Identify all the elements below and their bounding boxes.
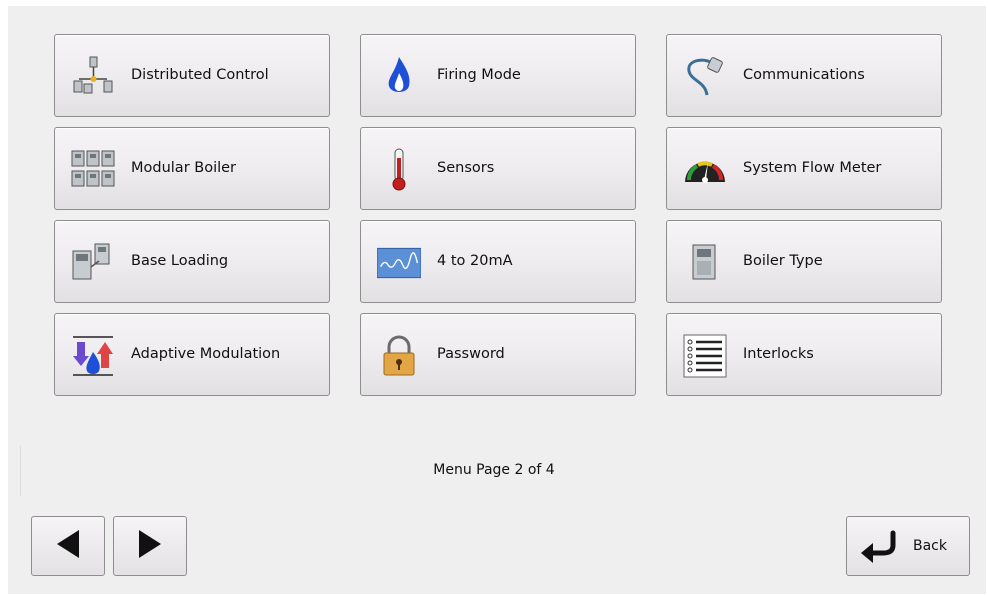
- menu-item-label: Password: [437, 346, 505, 362]
- modulation-icon: [71, 334, 115, 378]
- menu-item-label: Communications: [743, 67, 865, 83]
- signal-wave-icon: [377, 241, 421, 285]
- modular-boiler-button[interactable]: Modular Boiler: [54, 127, 330, 210]
- adaptive-modulation-button[interactable]: Adaptive Modulation: [54, 313, 330, 396]
- thermometer-icon: [377, 148, 421, 192]
- four-to-twenty-ma-button[interactable]: 4 to 20mA: [360, 220, 636, 303]
- menu-item-label: Base Loading: [131, 253, 229, 269]
- menu-item-label: Distributed Control: [131, 67, 269, 83]
- arrow-right-icon: [137, 528, 163, 564]
- menu-item-label: Interlocks: [743, 346, 814, 362]
- page-indicator: Menu Page 2 of 4: [433, 462, 555, 478]
- back-button[interactable]: Back: [846, 516, 970, 576]
- menu-item-label: 4 to 20mA: [437, 253, 513, 269]
- network-icon: [71, 55, 115, 99]
- boiler-type-button[interactable]: Boiler Type: [666, 220, 942, 303]
- menu-item-label: Firing Mode: [437, 67, 521, 83]
- back-label: Back: [913, 538, 947, 554]
- communications-button[interactable]: Communications: [666, 34, 942, 117]
- firing-mode-button[interactable]: Firing Mode: [360, 34, 636, 117]
- boiler-icon: [683, 241, 727, 285]
- next-page-button[interactable]: [113, 516, 187, 576]
- menu-item-label: Modular Boiler: [131, 160, 237, 176]
- return-arrow-icon: [859, 529, 899, 565]
- menu-item-label: System Flow Meter: [743, 160, 882, 176]
- password-button[interactable]: Password: [360, 313, 636, 396]
- flame-icon: [377, 55, 421, 99]
- cable-icon: [683, 55, 727, 99]
- arrow-left-icon: [55, 528, 81, 564]
- gauge-icon: [683, 148, 727, 192]
- menu-item-label: Boiler Type: [743, 253, 823, 269]
- previous-page-button[interactable]: [31, 516, 105, 576]
- distributed-control-button[interactable]: Distributed Control: [54, 34, 330, 117]
- menu-item-label: Adaptive Modulation: [131, 346, 281, 362]
- interlocks-button[interactable]: Interlocks: [666, 313, 942, 396]
- boiler-pair-icon: [71, 241, 115, 285]
- boiler-array-icon: [71, 148, 115, 192]
- sensors-button[interactable]: Sensors: [360, 127, 636, 210]
- system-flow-meter-button[interactable]: System Flow Meter: [666, 127, 942, 210]
- checklist-icon: [683, 334, 727, 378]
- menu-item-label: Sensors: [437, 160, 495, 176]
- base-loading-button[interactable]: Base Loading: [54, 220, 330, 303]
- padlock-icon: [377, 334, 421, 378]
